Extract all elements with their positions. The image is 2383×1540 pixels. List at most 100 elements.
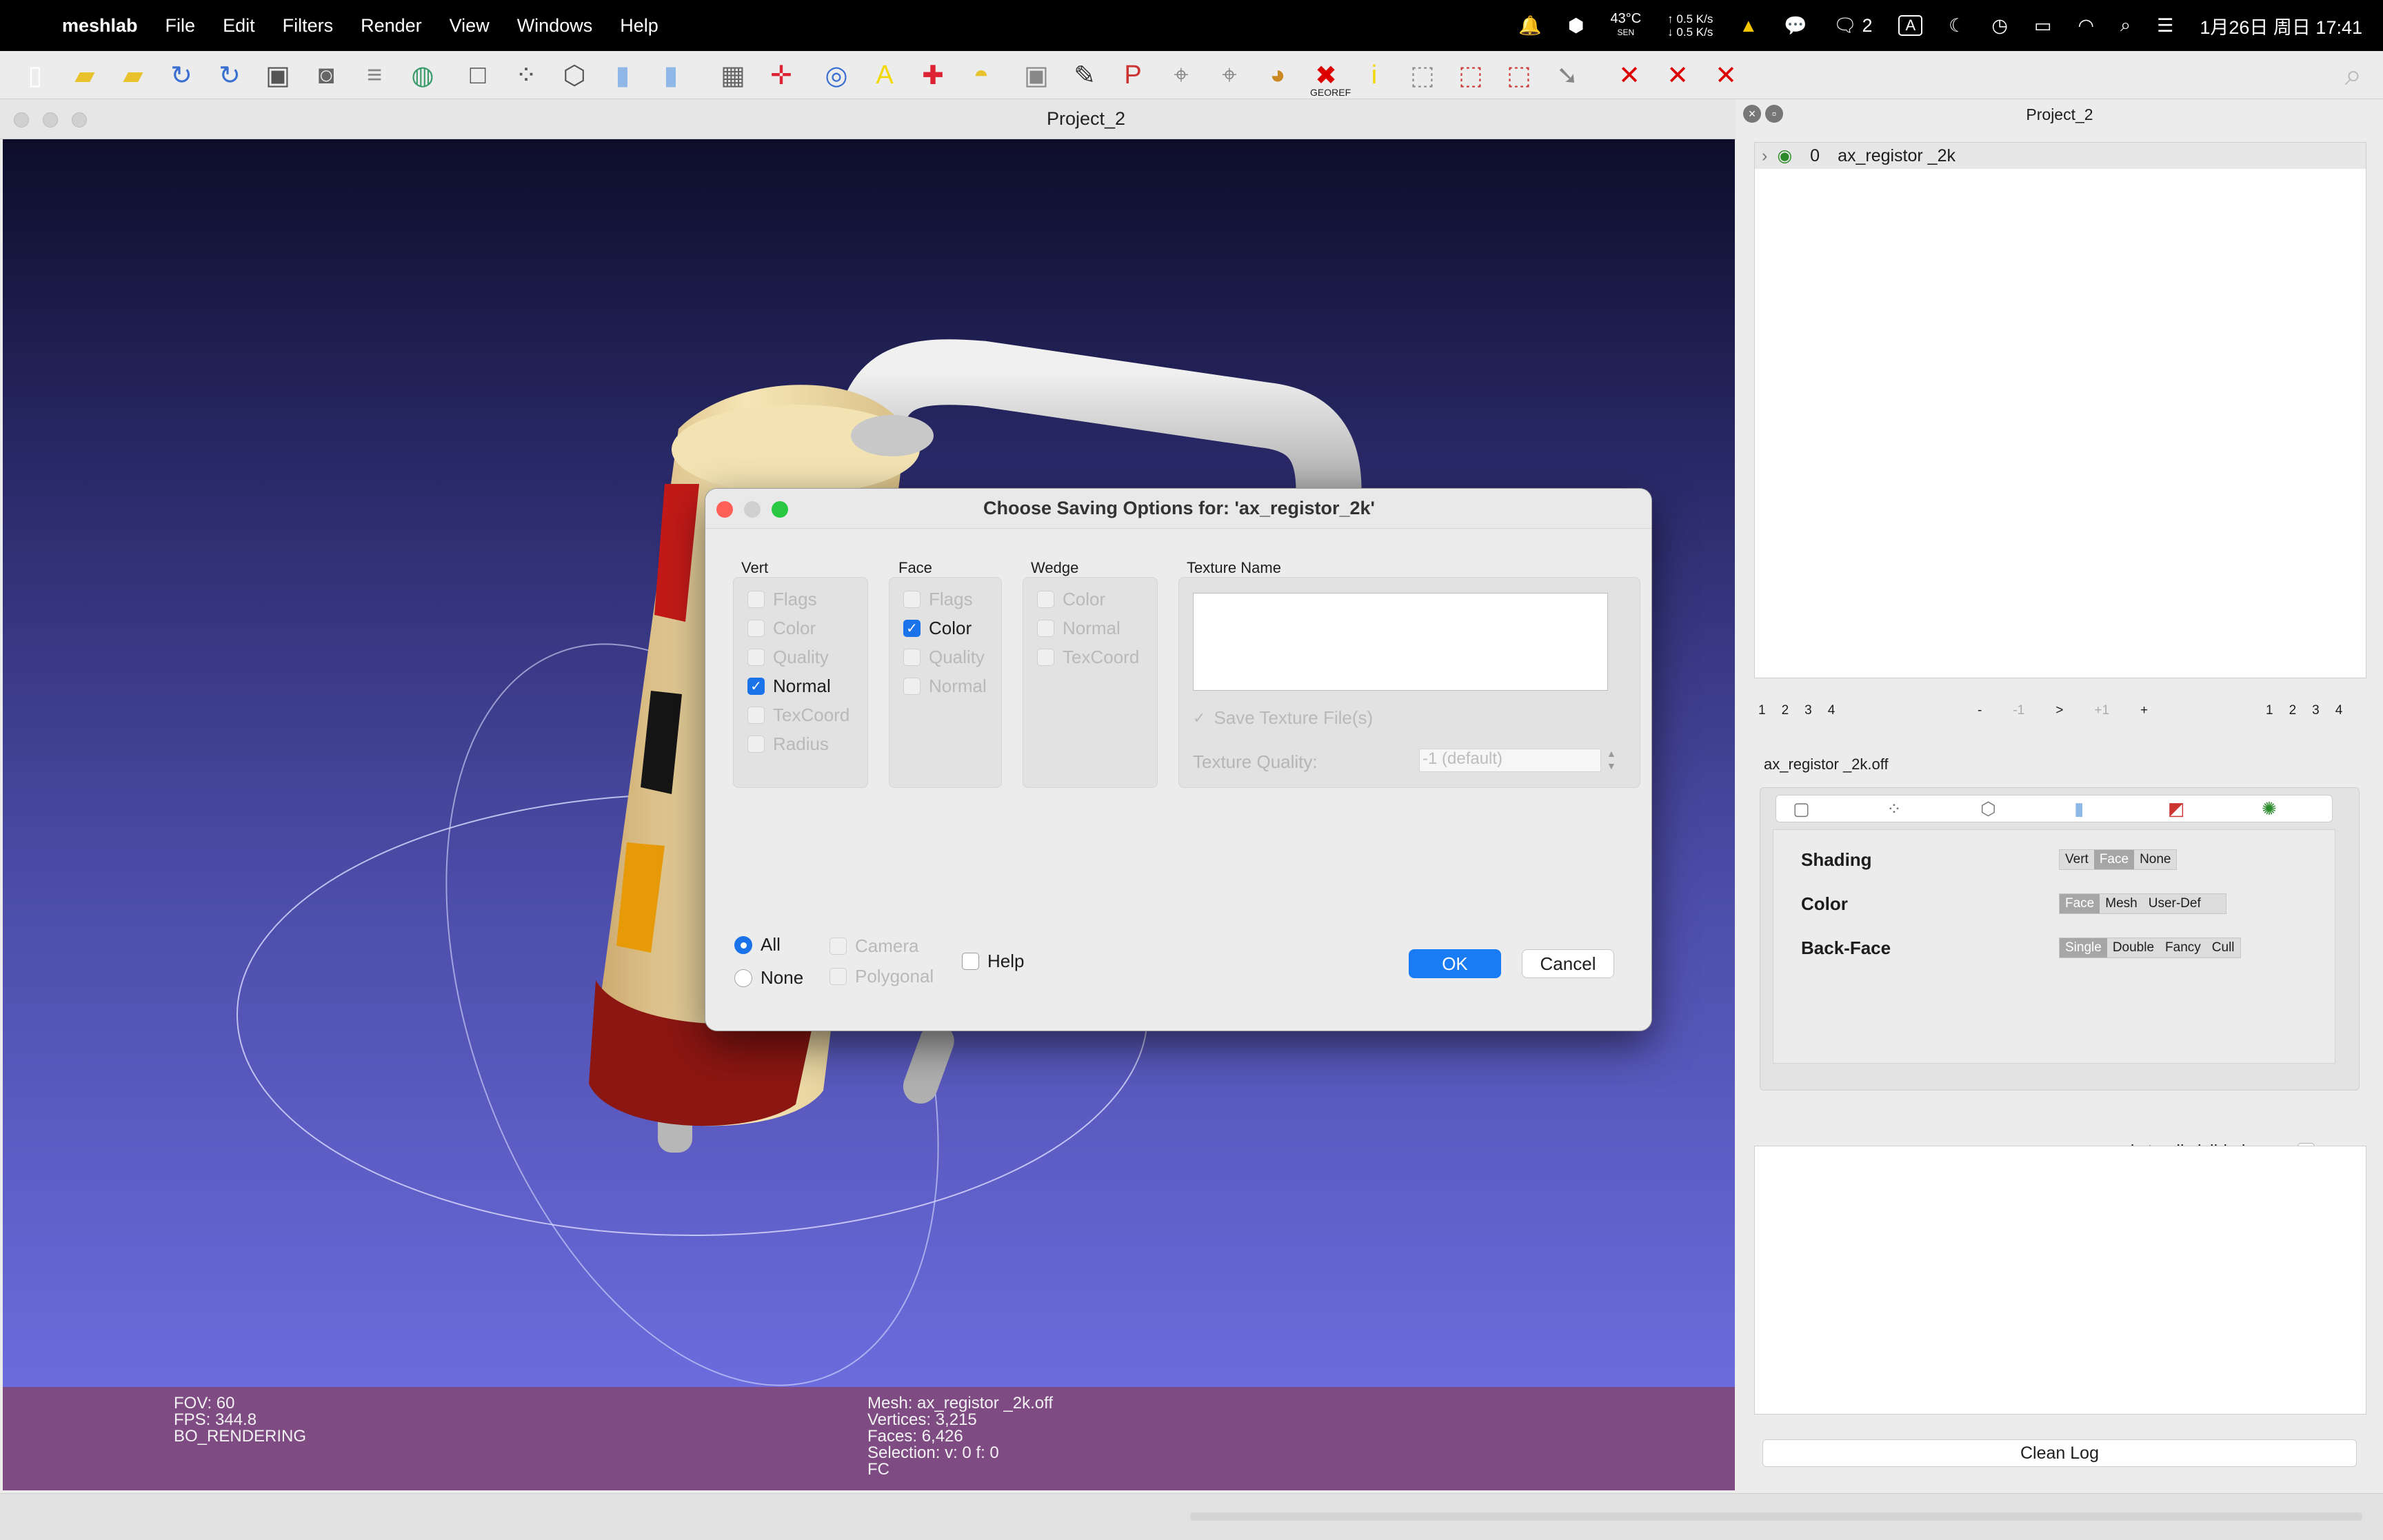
network-speed[interactable]: ↑ 0.5 K/s ↓ 0.5 K/s: [1667, 12, 1713, 39]
raster-icon[interactable]: ▣: [1018, 57, 1055, 94]
measure-icon[interactable]: ✚: [914, 57, 952, 94]
chat-icon[interactable]: 🗨 2: [1833, 14, 1873, 37]
layer-row[interactable]: › ◉ 0 ax_registor _2k: [1755, 143, 2366, 169]
app-menu[interactable]: meshlab: [62, 15, 138, 37]
all-radio[interactable]: All: [734, 934, 781, 955]
grid-icon[interactable]: ▦: [714, 57, 752, 94]
paint-icon[interactable]: ◕: [1259, 57, 1296, 94]
snapshot-icon[interactable]: ◙: [308, 57, 345, 94]
dialog-zoom-button[interactable]: [772, 501, 788, 518]
annotation-icon[interactable]: A: [866, 57, 903, 94]
delete-faces-icon[interactable]: ✕: [1611, 57, 1648, 94]
zoom-window-button[interactable]: [72, 112, 87, 128]
flat-icon[interactable]: ▮: [604, 57, 641, 94]
wireframe-tab-icon[interactable]: ⬡: [1980, 798, 1996, 820]
select-faces-icon[interactable]: ⬚: [1404, 57, 1441, 94]
dialog-close-button[interactable]: [716, 501, 733, 518]
control-center-icon[interactable]: ☰: [2157, 15, 2173, 37]
menu-filters[interactable]: Filters: [283, 15, 334, 37]
select-area-icon[interactable]: ⬚: [1500, 57, 1538, 94]
stepper-icon[interactable]: ▲ ▼: [1607, 747, 1616, 772]
wedge-color-option[interactable]: Color: [1037, 589, 1105, 610]
texture-tab-icon[interactable]: ◩: [2168, 798, 2185, 820]
points-icon[interactable]: ⁘: [507, 57, 545, 94]
wifi-icon[interactable]: ◠: [2078, 15, 2094, 37]
warning-icon[interactable]: ▲: [1739, 15, 1758, 37]
shading-selector[interactable]: Vert Face None: [2059, 849, 2178, 870]
wedge-texcoord-option[interactable]: TexCoord: [1037, 647, 1139, 668]
search-icon[interactable]: ⌕: [2335, 57, 2372, 94]
clock-icon[interactable]: ◷: [1991, 15, 2008, 37]
texture-name-list[interactable]: [1193, 593, 1608, 691]
save-texture-option[interactable]: ✓ Save Texture File(s): [1193, 707, 1373, 729]
delete-vertices-icon[interactable]: ✕: [1659, 57, 1696, 94]
vert-normal-option[interactable]: ✓ Normal: [747, 676, 831, 697]
decoration-tab-icon[interactable]: ✺: [2262, 798, 2277, 820]
close-panel-icon[interactable]: ×: [1743, 105, 1761, 123]
polygonal-option[interactable]: Polygonal: [829, 966, 934, 987]
layers-icon[interactable]: ≡: [356, 57, 393, 94]
bell-icon[interactable]: 🔔: [1518, 14, 1542, 37]
save-snapshot-icon[interactable]: ▣: [259, 57, 296, 94]
ok-button[interactable]: OK: [1409, 949, 1501, 978]
flat-tab-icon[interactable]: ▮: [2074, 798, 2084, 820]
select-lasso-icon[interactable]: ⬚: [1452, 57, 1489, 94]
camera-option[interactable]: Camera: [829, 935, 918, 957]
moon-icon[interactable]: ☾: [1949, 15, 1965, 37]
backface-selector[interactable]: Single Double Fancy Cull: [2059, 938, 2241, 958]
face-flags-option[interactable]: Flags: [903, 589, 973, 610]
search-icon[interactable]: ⌕: [2120, 14, 2131, 37]
datetime[interactable]: 1月26日 周日 17:41: [2200, 12, 2362, 39]
smooth-icon[interactable]: ▮: [652, 57, 690, 94]
vert-flags-option[interactable]: Flags: [747, 589, 817, 610]
temperature-readout[interactable]: 43°C SEN: [1610, 12, 1641, 39]
horizontal-scrollbar[interactable]: [1190, 1512, 2362, 1521]
face-quality-option[interactable]: Quality: [903, 647, 985, 668]
select-vertex-icon[interactable]: ⌖: [1163, 57, 1200, 94]
axis-icon[interactable]: ✛: [763, 57, 800, 94]
open-mesh-icon[interactable]: ▰: [114, 57, 152, 94]
wedge-normal-option[interactable]: Normal: [1037, 618, 1120, 639]
float-panel-icon[interactable]: ▫: [1765, 105, 1783, 123]
sphere-icon[interactable]: ◎: [818, 57, 855, 94]
bbox-icon[interactable]: □: [459, 57, 496, 94]
wechat-icon[interactable]: 💬: [1784, 14, 1807, 37]
vert-quality-option[interactable]: Quality: [747, 647, 829, 668]
menu-file[interactable]: File: [165, 15, 196, 37]
points-tab-icon[interactable]: ⁘: [1887, 798, 1902, 820]
face-normal-option[interactable]: Normal: [903, 676, 987, 697]
menu-help[interactable]: Help: [620, 15, 658, 37]
eye-icon[interactable]: ◉: [1777, 145, 1792, 166]
minimize-window-button[interactable]: [43, 112, 58, 128]
texture-quality-input[interactable]: -1 (default): [1419, 749, 1601, 772]
vert-color-option[interactable]: Color: [747, 618, 816, 639]
none-radio[interactable]: None: [734, 967, 803, 989]
texture-icon[interactable]: ◍: [404, 57, 441, 94]
vert-radius-option[interactable]: Radius: [747, 733, 829, 755]
menu-render[interactable]: Render: [361, 15, 422, 37]
gear-status-icon[interactable]: ⬢: [1568, 15, 1585, 37]
expand-arrow-icon[interactable]: ›: [1762, 146, 1767, 166]
menu-view[interactable]: View: [450, 15, 490, 37]
render-mode-tabs[interactable]: ▢ ⁘ ⬡ ▮ ◩ ✺: [1776, 795, 2333, 822]
open-project-icon[interactable]: ▰: [66, 57, 103, 94]
clean-log-button[interactable]: Clean Log: [1762, 1439, 2357, 1467]
help-option[interactable]: Help: [962, 951, 1024, 972]
select-pointer-icon[interactable]: ➘: [1549, 57, 1586, 94]
paint-bucket-icon[interactable]: ◓: [963, 57, 1000, 94]
color-selector[interactable]: Face Mesh User-Def: [2059, 893, 2226, 914]
vert-texcoord-option[interactable]: TexCoord: [747, 705, 849, 726]
select-connected-icon[interactable]: ⌖: [1211, 57, 1248, 94]
pickpoints-icon[interactable]: P: [1114, 57, 1152, 94]
wireframe-icon[interactable]: ⬡: [556, 57, 593, 94]
layer-list[interactable]: › ◉ 0 ax_registor _2k: [1754, 142, 2366, 678]
face-color-option[interactable]: ✓ Color: [903, 618, 972, 639]
close-window-button[interactable]: [14, 112, 29, 128]
menu-edit[interactable]: Edit: [223, 15, 255, 37]
info-icon[interactable]: i: [1356, 57, 1393, 94]
reload-all-icon[interactable]: ↻: [211, 57, 248, 94]
menu-windows[interactable]: Windows: [517, 15, 593, 37]
input-method-icon[interactable]: A: [1898, 15, 1923, 36]
bbox-tab-icon[interactable]: ▢: [1793, 798, 1810, 820]
delete-all-icon[interactable]: ✕: [1707, 57, 1744, 94]
